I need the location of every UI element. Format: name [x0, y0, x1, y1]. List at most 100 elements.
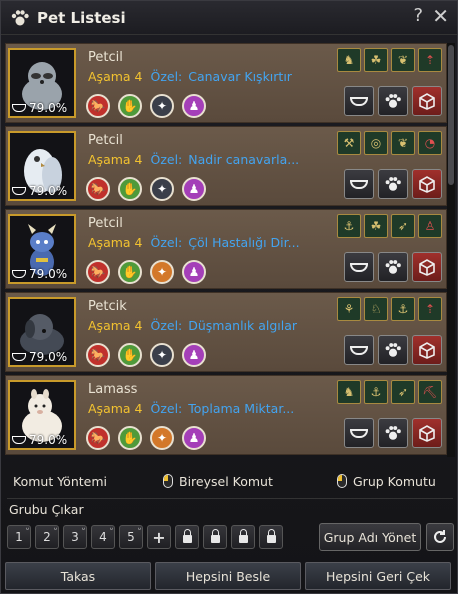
locked-group-slot: [231, 525, 255, 549]
corner-mark-icon: ᐡ: [53, 526, 57, 535]
footer-buttons: Takas Hepsini Besle Hepsini Geri Çek: [5, 562, 451, 590]
seal-button[interactable]: [412, 418, 442, 448]
close-button[interactable]: ✕: [432, 4, 449, 28]
feed-button[interactable]: [344, 418, 374, 448]
loyalty-value: 79.0%: [29, 350, 68, 364]
command-skill-icon[interactable]: 🐎: [86, 94, 110, 118]
command-skill-icon[interactable]: 🐎: [86, 260, 110, 284]
paw-icon: [385, 426, 401, 440]
corner-mark-icon: ᐡ: [25, 526, 29, 535]
seal-button[interactable]: [412, 86, 442, 116]
star-skill-icon[interactable]: ✦: [150, 94, 174, 118]
command-method-label: Komut Yöntemi: [13, 473, 107, 489]
horse-icon: ♞: [337, 48, 361, 72]
stage-label: Aşama: [88, 235, 131, 250]
bowl-icon: [350, 179, 368, 189]
paw-icon: [385, 94, 401, 108]
pawn-skill-icon[interactable]: ♟: [182, 260, 206, 284]
anchor-icon: ⚓: [337, 214, 361, 238]
hand-skill-icon[interactable]: ✋: [118, 343, 142, 367]
pawn-skill-icon[interactable]: ♟: [182, 343, 206, 367]
title-bar[interactable]: Pet Listesi ? ✕: [1, 1, 457, 35]
pet-info-line: Aşama 4 Özel: Çöl Hastalığı Dir...: [88, 235, 300, 250]
bowl-icon: [350, 428, 368, 438]
pet-portrait[interactable]: 79.0%: [8, 48, 76, 118]
wing-icon: ❦: [391, 48, 415, 72]
scrollbar-thumb[interactable]: [448, 45, 454, 185]
pet-actions: [344, 252, 442, 282]
trade-button[interactable]: Takas: [5, 562, 151, 590]
box-icon: [419, 425, 435, 442]
pet-card[interactable]: 79.0% Petcik Aşama 4 Özel: Düşmanlık alg…: [5, 292, 447, 372]
pet-portrait[interactable]: 79.0%: [8, 131, 76, 201]
anchor-icon: ⚓: [391, 297, 415, 321]
group-slot-button[interactable]: 3ᐡ: [63, 525, 87, 549]
group-slot-button[interactable]: 4ᐡ: [91, 525, 115, 549]
pet-paw-button[interactable]: [378, 86, 408, 116]
feed-all-button[interactable]: Hepsini Besle: [155, 562, 301, 590]
hand-skill-icon[interactable]: ✋: [118, 426, 142, 450]
loyalty-indicator: 79.0%: [12, 350, 67, 364]
pet-name: Petcil: [88, 133, 123, 148]
refresh-button[interactable]: [426, 523, 454, 551]
paw-icon: [385, 260, 401, 274]
pet-card[interactable]: 79.0% Petcil Aşama 4 Özel: Nadir canavar…: [5, 126, 447, 206]
pet-actions: [344, 86, 442, 116]
loyalty-indicator: 79.0%: [12, 101, 67, 115]
pawn-skill-icon[interactable]: ♟: [182, 177, 206, 201]
seal-button[interactable]: [412, 335, 442, 365]
pet-portrait[interactable]: 79.0%: [8, 297, 76, 367]
pet-card[interactable]: 79.0% Petcil Aşama 4 Özel: Canavar Kışkı…: [5, 43, 447, 123]
pet-card[interactable]: 79.0% Petcil Aşama 4 Özel: Çöl Hastalığı…: [5, 209, 447, 289]
pet-paw-button[interactable]: [378, 335, 408, 365]
hand-skill-icon[interactable]: ✋: [118, 260, 142, 284]
skill-row: 🐎 ✋ ✦ ♟: [86, 177, 206, 201]
command-skill-icon[interactable]: 🐎: [86, 343, 110, 367]
trait-row: ♞ ⚓ ➶ ⛏: [337, 380, 442, 404]
seal-button[interactable]: [412, 252, 442, 282]
special-value: Canavar Kışkırtır: [188, 69, 292, 84]
help-button[interactable]: ?: [413, 5, 423, 26]
group-slot-button[interactable]: 1ᐡ: [7, 525, 31, 549]
pet-paw-button[interactable]: [378, 418, 408, 448]
star-skill-icon[interactable]: ✦: [150, 426, 174, 450]
pet-card[interactable]: 79.0% Lamass Aşama 4 Özel: Toplama Mikta…: [5, 375, 447, 455]
manage-group-name-button[interactable]: Grup Adı Yönet: [319, 523, 421, 551]
bowl-icon: [350, 262, 368, 272]
hand-skill-icon[interactable]: ✋: [118, 94, 142, 118]
command-skill-icon[interactable]: 🐎: [86, 426, 110, 450]
seal-button[interactable]: [412, 169, 442, 199]
star-skill-icon[interactable]: ✦: [150, 260, 174, 284]
group-command-option[interactable]: Grup Komutu: [337, 474, 436, 489]
group-slot-button[interactable]: 2ᐡ: [35, 525, 59, 549]
pawn-skill-icon[interactable]: ♟: [182, 426, 206, 450]
group-slot-button[interactable]: 5ᐡ: [119, 525, 143, 549]
feed-button[interactable]: [344, 86, 374, 116]
pet-list[interactable]: 79.0% Petcil Aşama 4 Özel: Canavar Kışkı…: [3, 43, 447, 457]
pet-paw-button[interactable]: [378, 169, 408, 199]
individual-command-option[interactable]: Bireysel Komut: [163, 474, 273, 489]
pet-paw-button[interactable]: [378, 252, 408, 282]
scrollbar[interactable]: [447, 43, 455, 457]
locked-group-slot: [259, 525, 283, 549]
hand-skill-icon[interactable]: ✋: [118, 177, 142, 201]
feed-button[interactable]: [344, 335, 374, 365]
feed-button[interactable]: [344, 252, 374, 282]
add-group-button[interactable]: +: [147, 525, 171, 549]
stage-value: 4: [134, 235, 143, 250]
pawn-skill-icon[interactable]: ♟: [182, 94, 206, 118]
star-skill-icon[interactable]: ✦: [150, 343, 174, 367]
bowl-icon: [12, 187, 26, 195]
corner-mark-icon: ᐡ: [109, 526, 113, 535]
box-icon: [419, 176, 435, 193]
pet-list-window: Pet Listesi ? ✕ 79.0% Petcil Aşama 4 Öze…: [0, 0, 458, 594]
recall-all-button[interactable]: Hepsini Geri Çek: [305, 562, 451, 590]
command-skill-icon[interactable]: 🐎: [86, 177, 110, 201]
group-command-label: Grup Komutu: [353, 473, 436, 489]
pet-portrait[interactable]: 79.0%: [8, 214, 76, 284]
lock-icon: [210, 529, 220, 543]
pet-portrait[interactable]: 79.0%: [8, 380, 76, 450]
star-skill-icon[interactable]: ✦: [150, 177, 174, 201]
special-label: Özel:: [150, 235, 183, 250]
feed-button[interactable]: [344, 169, 374, 199]
